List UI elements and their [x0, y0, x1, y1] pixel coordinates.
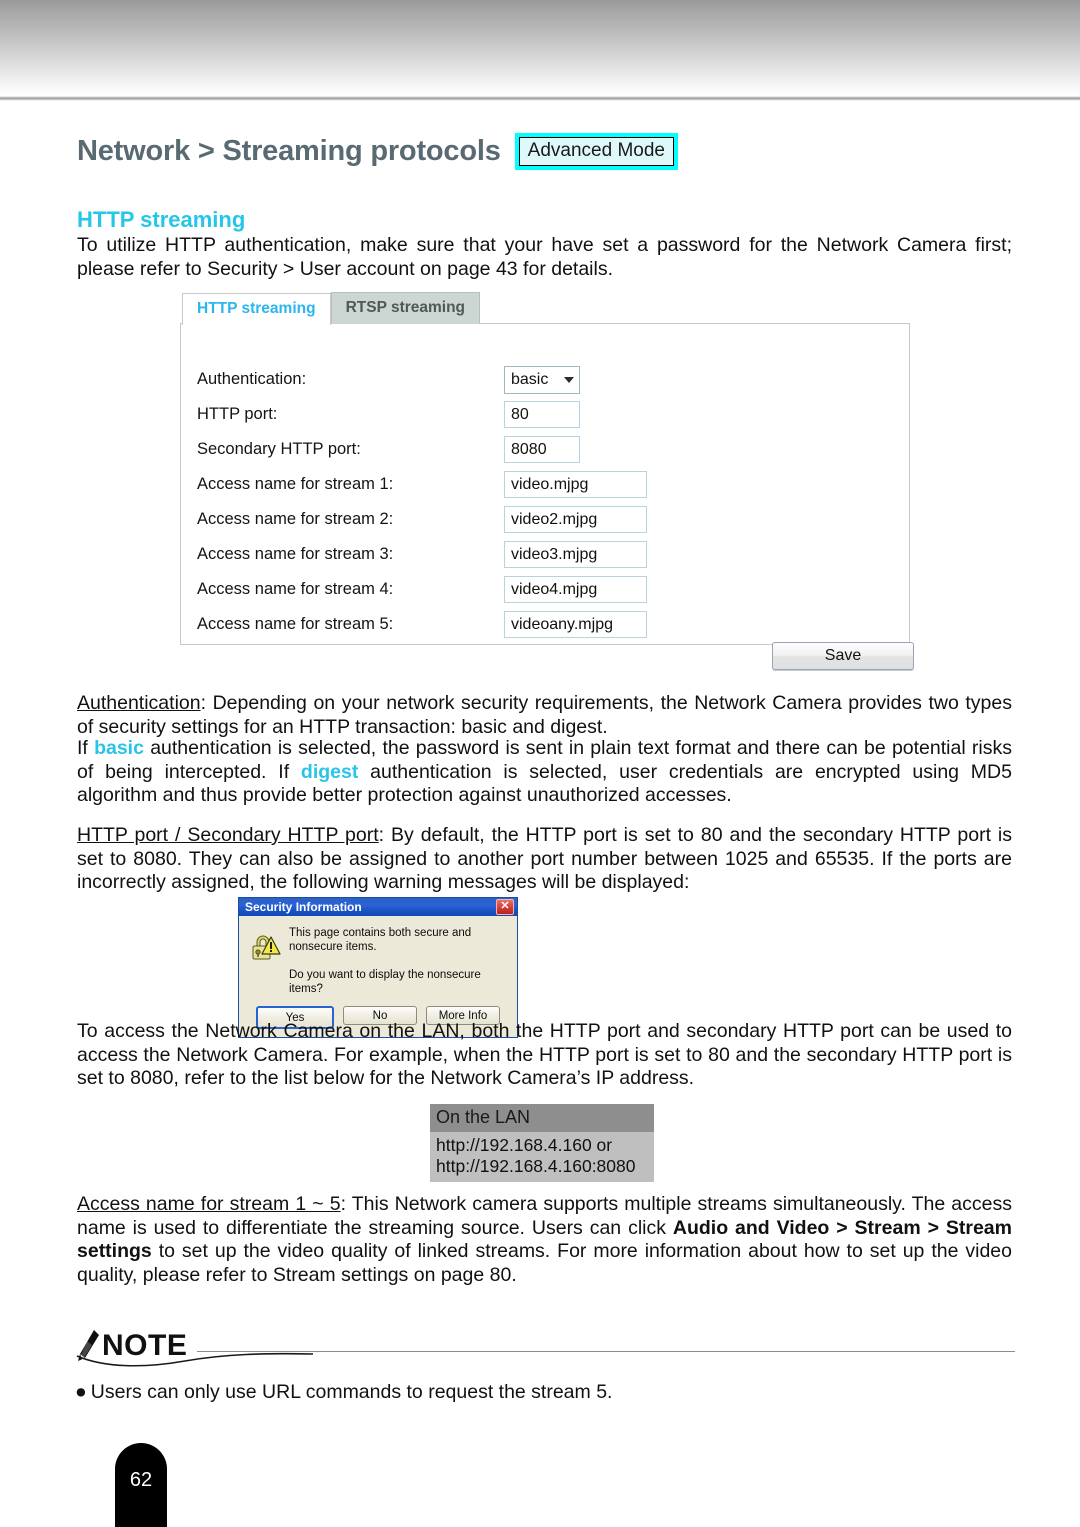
access-name-term: Access name for stream 1 ~ 5 — [77, 1193, 341, 1215]
camera-settings-screenshot: HTTP streaming RTSP streaming Authentica… — [180, 292, 914, 670]
dialog-message-line1: This page contains both secure and nonse… — [289, 927, 472, 953]
note-list-item: ● Users can only use URL commands to requ… — [75, 1380, 1015, 1404]
form-row-authentication: Authentication: basic — [197, 362, 897, 397]
label-http-port: HTTP port: — [197, 405, 278, 423]
access-name-stream-4-input[interactable]: video4.mjpg — [504, 576, 647, 603]
security-information-dialog: Security Information ✕ This page contain… — [238, 897, 518, 1038]
save-button-container: Save — [772, 642, 914, 670]
http-port-value: 80 — [511, 405, 529, 423]
lan-table-body: http://192.168.4.160 or http://192.168.4… — [430, 1132, 654, 1182]
label-authentication: Authentication: — [197, 370, 307, 388]
secondary-http-port-value: 8080 — [511, 440, 547, 458]
lan-access-paragraph: To access the Network Camera on the LAN,… — [77, 1020, 1012, 1089]
header-divider-rule — [0, 96, 1080, 101]
tab-http-streaming[interactable]: HTTP streaming — [182, 293, 331, 325]
close-icon[interactable]: ✕ — [496, 899, 514, 915]
access-name-stream-3-value: video3.mjpg — [511, 545, 598, 563]
form-row-stream-5: Access name for stream 5: videoany.mjpg — [197, 607, 897, 642]
form-row-stream-4: Access name for stream 4: video4.mjpg — [197, 572, 897, 607]
auth-keyword-basic: basic — [94, 737, 144, 759]
label-access-name-stream-2: Access name for stream 2: — [197, 510, 394, 528]
label-access-name-stream-5: Access name for stream 5: — [197, 615, 394, 633]
access-name-paragraph: Access name for stream 1 ~ 5: This Netwo… — [77, 1193, 1012, 1287]
on-the-lan-table: On the LAN http://192.168.4.160 or http:… — [430, 1104, 654, 1182]
access-name-stream-1-value: video.mjpg — [511, 475, 589, 493]
chevron-down-icon — [564, 376, 574, 383]
authentication-paragraph: Authentication: Depending on your networ… — [77, 692, 1012, 739]
settings-form: Authentication: basic HTTP port: 80 Seco… — [197, 362, 897, 642]
http-port-input[interactable]: 80 — [504, 401, 580, 428]
intro-paragraph: To utilize HTTP authentication, make sur… — [77, 234, 1012, 280]
note-item-text: Users can only use URL commands to reque… — [90, 1381, 613, 1403]
note-divider — [197, 1351, 1015, 1352]
label-access-name-stream-1: Access name for stream 1: — [197, 475, 394, 493]
settings-panel: Authentication: basic HTTP port: 80 Seco… — [180, 323, 910, 645]
tab-rtsp-streaming[interactable]: RTSP streaming — [330, 292, 481, 324]
label-secondary-http-port: Secondary HTTP port: — [197, 440, 361, 458]
note-header: NOTE — [75, 1318, 1015, 1367]
access-name-stream-2-value: video2.mjpg — [511, 510, 598, 528]
note-bullet-icon: ● — [75, 1381, 87, 1403]
authentication-select[interactable]: basic — [504, 365, 580, 394]
advanced-mode-badge-label: Advanced Mode — [518, 137, 674, 166]
auth-keyword-digest: digest — [300, 760, 359, 783]
lan-url-row-2: http://192.168.4.160:8080 — [436, 1156, 636, 1176]
authentication-term: Authentication — [77, 692, 201, 714]
lan-url-row-1: http://192.168.4.160 or — [436, 1135, 613, 1155]
page-title: Network > Streaming protocols — [77, 135, 501, 167]
http-port-term: HTTP port / Secondary HTTP port — [77, 824, 379, 846]
authentication-select-value: basic — [511, 370, 549, 388]
label-access-name-stream-4: Access name for stream 4: — [197, 580, 394, 598]
form-row-stream-3: Access name for stream 3: video3.mjpg — [197, 537, 897, 572]
section-heading-http-streaming: HTTP streaming — [77, 207, 246, 232]
advanced-mode-badge: Advanced Mode — [514, 133, 678, 170]
secondary-http-port-input[interactable]: 8080 — [504, 436, 580, 463]
tab-http-streaming-label: HTTP streaming — [197, 300, 316, 317]
label-access-name-stream-3: Access name for stream 3: — [197, 545, 394, 563]
access-name-stream-5-input[interactable]: videoany.mjpg — [504, 611, 647, 638]
lan-table-header: On the LAN — [430, 1104, 654, 1132]
access-name-part-b: to set up the video quality of linked st… — [77, 1240, 1012, 1286]
auth-detail-part-a: If — [77, 737, 95, 759]
page-number: 62 — [129, 1469, 153, 1491]
authentication-description: : Depending on your network security req… — [77, 692, 1012, 738]
page-number-tab: 62 — [115, 1443, 167, 1527]
authentication-detail-paragraph: If basic authentication is selected, the… — [77, 737, 1012, 808]
page-header-band — [0, 0, 1080, 96]
page-title-row: Network > Streaming protocols Advanced M… — [77, 133, 678, 170]
dialog-body: This page contains both secure and nonse… — [239, 916, 517, 1000]
tab-bar: HTTP streaming RTSP streaming — [182, 292, 910, 325]
access-name-stream-2-input[interactable]: video2.mjpg — [504, 506, 647, 533]
access-name-stream-4-value: video4.mjpg — [511, 580, 598, 598]
form-row-secondary-http-port: Secondary HTTP port: 8080 — [197, 432, 897, 467]
http-port-paragraph: HTTP port / Secondary HTTP port: By defa… — [77, 824, 1012, 895]
form-row-http-port: HTTP port: 80 — [197, 397, 897, 432]
note-swoosh-decoration — [75, 1352, 315, 1368]
dialog-message-line2: Do you want to display the nonsecure ite… — [289, 969, 481, 995]
dialog-message: This page contains both secure and nonse… — [283, 926, 507, 996]
note-block: NOTE ● Users can only use URL commands to… — [75, 1318, 1015, 1404]
save-button[interactable]: Save — [772, 642, 914, 670]
form-row-stream-1: Access name for stream 1: video.mjpg — [197, 467, 897, 502]
access-name-stream-5-value: videoany.mjpg — [511, 615, 613, 633]
form-row-stream-2: Access name for stream 2: video2.mjpg — [197, 502, 897, 537]
access-name-stream-3-input[interactable]: video3.mjpg — [504, 541, 647, 568]
tab-rtsp-streaming-label: RTSP streaming — [345, 299, 466, 316]
manual-page: Network > Streaming protocols Advanced M… — [0, 0, 1080, 1527]
access-name-stream-1-input[interactable]: video.mjpg — [504, 471, 647, 498]
padlock-warning-icon — [247, 928, 283, 964]
dialog-titlebar: Security Information ✕ — [239, 898, 517, 916]
dialog-title: Security Information — [245, 900, 362, 914]
